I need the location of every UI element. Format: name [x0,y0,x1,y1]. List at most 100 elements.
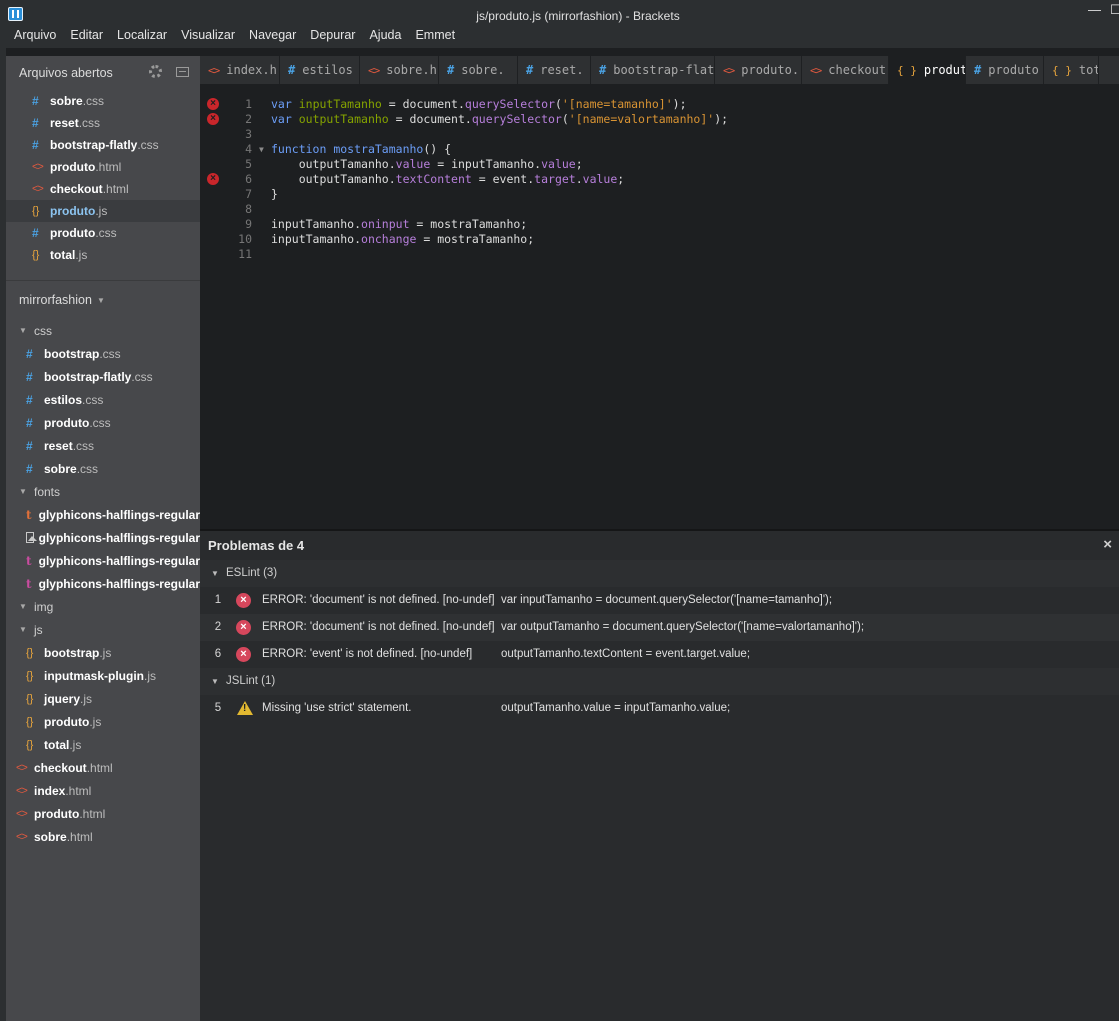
tree-file-item[interactable]: # sobre.css [6,457,200,480]
folder-item[interactable]: ▼ css [6,319,200,342]
tree-file-item[interactable]: # bootstrap-flatly.css [6,365,200,388]
menu-ajuda[interactable]: Ajuda [362,27,408,45]
tree-file-item[interactable]: # reset.css [6,434,200,457]
editor-tab[interactable]: <> index.h [200,56,280,84]
window-title: js/produto.js (mirrorfashion) - Brackets [476,9,680,23]
tree-file-item[interactable]: {} produto.js [6,710,200,733]
tree-file-item[interactable]: {} bootstrap.js [6,641,200,664]
tree-file-item[interactable]: {} inputmask-plugin.js [6,664,200,687]
js-file-icon: { } [897,63,917,77]
code-line[interactable]: 4 ▼ function mostraTamanho() { [200,142,1119,157]
code-line[interactable]: 11 [200,247,1119,262]
open-file-item[interactable]: <> produto.html [6,156,200,178]
menu-localizar[interactable]: Localizar [110,27,174,45]
code-line[interactable]: 3 [200,127,1119,142]
menu-emmet[interactable]: Emmet [408,27,462,45]
project-name: mirrorfashion [19,293,92,307]
code-line[interactable]: 9 inputTamanho.oninput = mostraTamanho; [200,217,1119,232]
tree-file-item[interactable]: t glyphicons-halflings-regular [6,549,200,572]
tree-file-item[interactable]: glyphicons-halflings-regular [6,526,200,549]
css-file-icon: # [26,415,33,430]
menu-arquivo[interactable]: Arquivo [0,27,63,45]
code-text: outputTamanho.textContent = event.target… [298,172,625,186]
tree-file-item[interactable]: # produto.css [6,411,200,434]
code-editor[interactable]: 1 var inputTamanho = document.querySelect… [200,84,1119,529]
open-file-item[interactable]: {} produto.js [6,200,200,222]
file-name: reset.css [44,438,95,453]
open-files-header: Arquivos abertos [6,56,200,90]
project-dropdown[interactable]: mirrorfashion ▼ [6,285,200,315]
tree-file-item[interactable]: {} jquery.js [6,687,200,710]
code-line[interactable]: 8 [200,202,1119,217]
editor-tab[interactable]: # sobre. [439,56,518,84]
css-file-icon: # [288,63,296,77]
folder-name: fonts [34,484,61,499]
file-name: estilos.css [44,392,104,407]
editor-tab[interactable]: # reset. [518,56,591,84]
code-line[interactable]: 1 var inputTamanho = document.querySelect… [200,97,1119,112]
menu-navegar[interactable]: Navegar [242,27,303,45]
tree-file-item[interactable]: <> checkout.html [6,756,200,779]
gear-icon[interactable] [149,65,162,78]
minimize-icon[interactable]: — [1088,2,1101,17]
error-marker-icon[interactable]: × [207,98,219,110]
error-marker-icon[interactable]: × [207,173,219,185]
file-tree: ▼ css # bootstrap.css # bootstrap-flatly.css #… [6,319,200,848]
problem-row[interactable]: 2 × ERROR: 'document' is not defined. [no-… [200,614,1119,641]
line-number: 4 [245,142,252,156]
open-file-item[interactable]: # bootstrap-flatly.css [6,134,200,156]
file-name: produto.js [50,204,108,218]
menu-depurar[interactable]: Depurar [303,27,362,45]
file-extension: .html [66,829,93,844]
code-line[interactable]: 5 outputTamanho.value = inputTamanho.val… [200,157,1119,172]
split-view-icon[interactable] [176,67,189,77]
editor-tab[interactable]: { } produto [889,56,966,84]
problem-group-header[interactable]: ▼ JSLint (1) [200,668,1119,695]
tree-file-item[interactable]: t glyphicons-halflings-regular [6,503,200,526]
tree-file-item[interactable]: <> sobre.html [6,825,200,848]
problem-line-number: 6 [214,648,222,660]
tree-file-item[interactable]: t glyphicons-halflings-regular [6,572,200,595]
file-extension: .css [76,461,99,476]
editor-tab[interactable]: # produto [966,56,1044,84]
menu-editar[interactable]: Editar [63,27,110,45]
problem-row[interactable]: 1 × ERROR: 'document' is not defined. [no-… [200,587,1119,614]
tree-file-item[interactable]: # bootstrap.css [6,342,200,365]
code-line[interactable]: 6 outputTamanho.textContent = event.targ… [200,172,1119,187]
open-file-item[interactable]: {} total.js [6,244,200,266]
folder-item[interactable]: ▼ img [6,595,200,618]
file-extension: .js [144,668,156,683]
menu-visualizar[interactable]: Visualizar [174,27,242,45]
editor-tab[interactable]: <> sobre.h [360,56,439,84]
open-file-item[interactable]: <> checkout.html [6,178,200,200]
editor-tab[interactable]: # estilos [280,56,360,84]
tree-file-item[interactable]: # estilos.css [6,388,200,411]
problem-row[interactable]: 6 × ERROR: 'event' is not defined. [no-und… [200,641,1119,668]
editor-tab[interactable]: <> checkout. [802,56,889,84]
open-file-item[interactable]: # sobre.css [6,90,200,112]
html-file-icon: <> [16,784,28,797]
restore-icon[interactable]: ☐ [1110,2,1119,18]
error-icon: × [236,620,251,635]
folder-item[interactable]: ▼ fonts [6,480,200,503]
tree-file-item[interactable]: <> index.html [6,779,200,802]
error-marker-icon[interactable]: × [207,113,219,125]
tree-file-item[interactable]: {} total.js [6,733,200,756]
folder-item[interactable]: ▼ js [6,618,200,641]
fold-toggle-icon[interactable]: ▼ [259,142,264,157]
code-line[interactable]: 2 var outputTamanho = document.querySelec… [200,112,1119,127]
open-file-item[interactable]: # reset.css [6,112,200,134]
problem-row[interactable]: 5 Missing 'use strict' statement. outputTa… [200,695,1119,722]
editor-tab[interactable]: # bootstrap-flat [591,56,715,84]
problem-group-header[interactable]: ▼ ESLint (3) [200,560,1119,587]
close-icon[interactable]: × [1103,536,1112,553]
editor-tab[interactable]: { } total [1044,56,1099,84]
css-file-icon: # [32,226,39,240]
open-file-item[interactable]: # produto.css [6,222,200,244]
tree-file-item[interactable]: <> produto.html [6,802,200,825]
problem-code-snippet: var inputTamanho = document.querySelecto… [501,594,833,606]
code-line[interactable]: 7} [200,187,1119,202]
file-name: produto.css [44,415,111,430]
code-line[interactable]: 10 inputTamanho.onchange = mostraTamanho; [200,232,1119,247]
editor-tab[interactable]: <> produto. [715,56,802,84]
